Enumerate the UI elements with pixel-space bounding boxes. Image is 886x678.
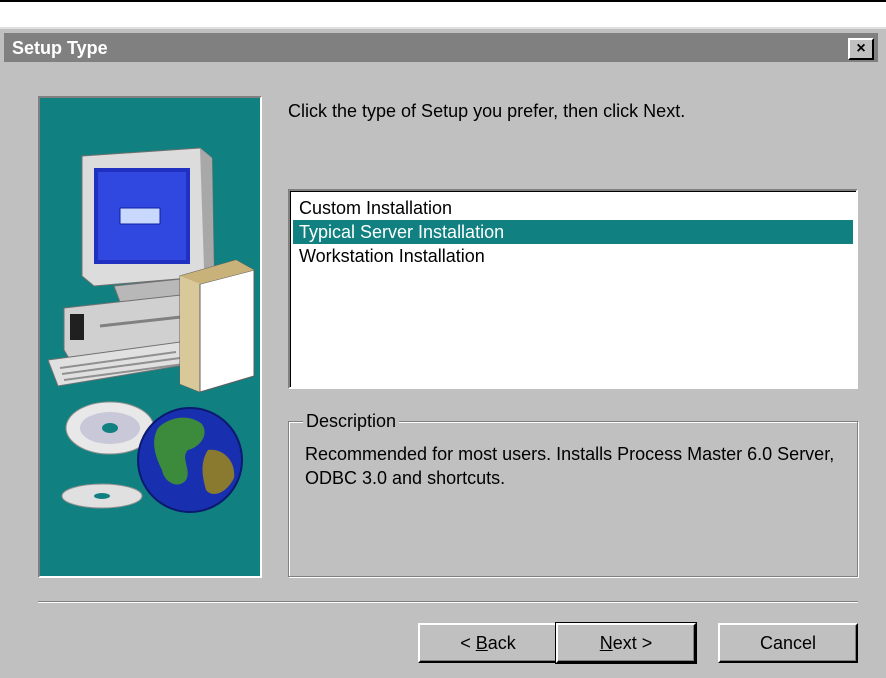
title-bar[interactable]: Setup Type × [4, 33, 878, 62]
close-icon: × [856, 40, 866, 57]
setup-type-dialog: Setup Type × Click the type of Setup you… [0, 27, 886, 678]
next-button-mnemonic: N [599, 632, 613, 653]
back-button-rest: ack [487, 632, 516, 653]
next-button-rest: ext > [612, 632, 653, 653]
description-group: Description Recommended for most users. … [288, 410, 858, 577]
window-title: Setup Type [12, 38, 108, 58]
illustration-graphic [47, 147, 255, 513]
back-button-mnemonic: B [475, 632, 488, 653]
list-item-workstation-installation[interactable]: Workstation Installation [293, 244, 853, 268]
software-box-icon [179, 259, 255, 393]
close-button[interactable]: × [848, 38, 874, 60]
setup-illustration [38, 96, 262, 578]
list-item-typical-server-installation[interactable]: Typical Server Installation [293, 220, 853, 244]
setup-type-listbox[interactable]: Custom Installation Typical Server Insta… [288, 189, 858, 389]
next-button[interactable]: Next > [555, 622, 697, 664]
back-button-prefix: < [460, 632, 476, 653]
cancel-button[interactable]: Cancel [718, 623, 858, 663]
list-item-custom-installation[interactable]: Custom Installation [293, 196, 853, 220]
description-text: Recommended for most users. Installs Pro… [305, 444, 835, 488]
instruction-text: Click the type of Setup you prefer, then… [288, 101, 686, 121]
back-button[interactable]: < Back [418, 623, 558, 663]
description-legend: Description [303, 410, 400, 432]
screen-top-edge [0, 0, 886, 2]
button-separator [38, 601, 858, 603]
globe-icon [137, 407, 243, 513]
